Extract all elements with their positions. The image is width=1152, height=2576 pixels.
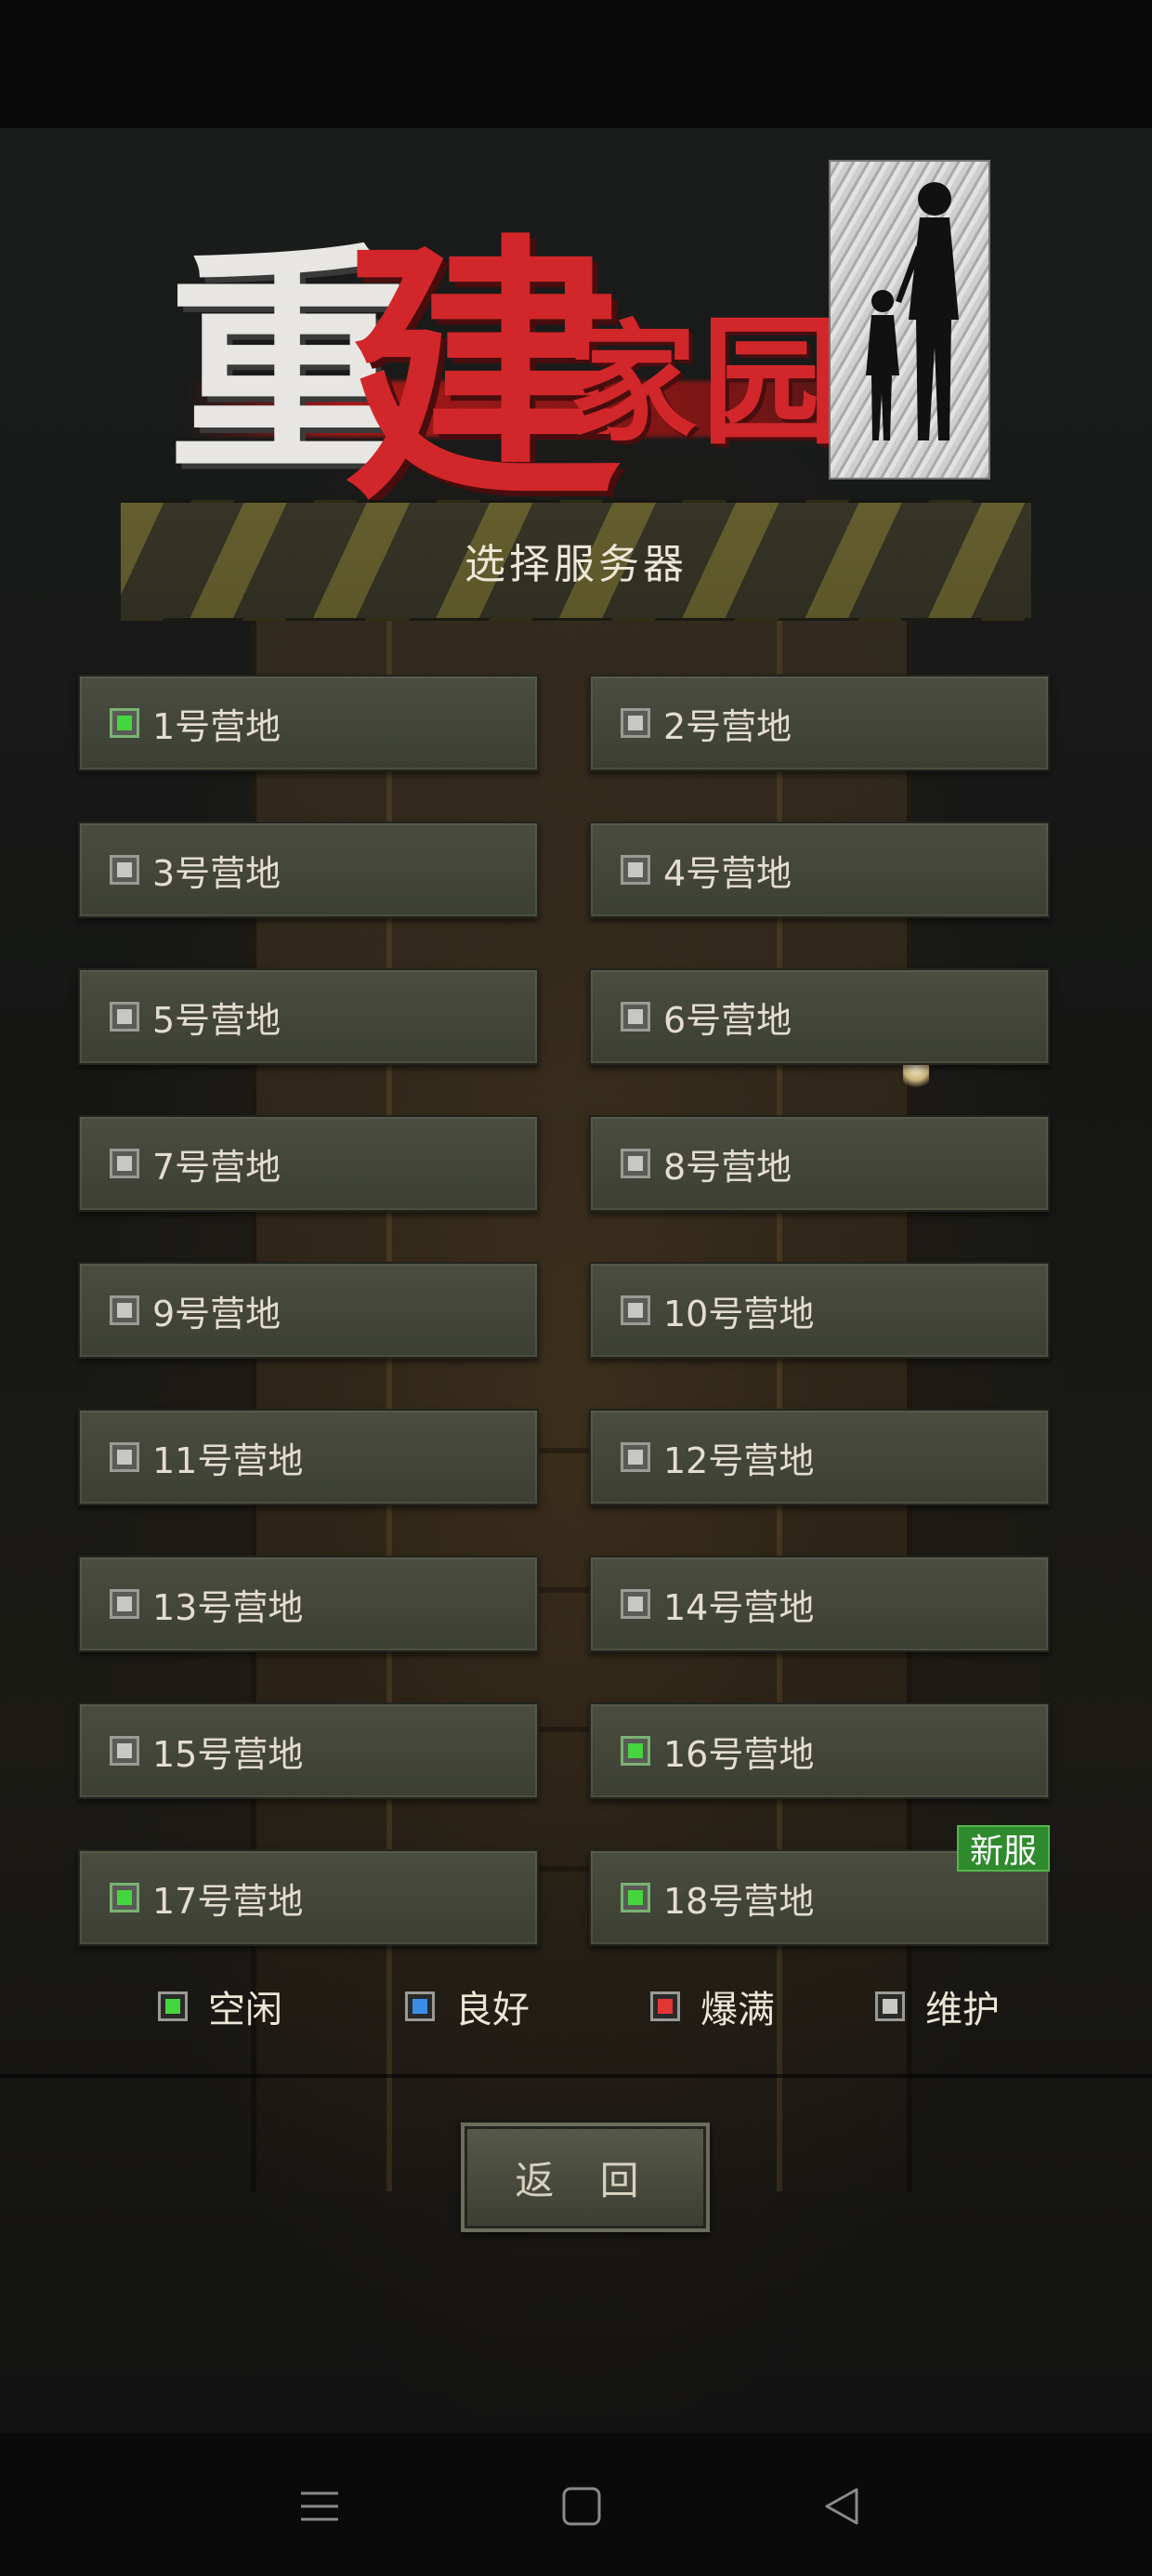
- page-title: 选择服务器: [465, 541, 687, 588]
- server-label: 3号营地: [152, 852, 281, 894]
- server-status-indicator: [621, 1002, 650, 1032]
- legend-swatch-full: [650, 1991, 680, 2021]
- server-status-indicator: [621, 1442, 650, 1472]
- back-button-label: 返 回: [515, 2157, 656, 2203]
- legend-item-good: 良好: [405, 1979, 530, 2033]
- legend-label: 爆满: [700, 1989, 775, 2031]
- server-button[interactable]: 6号营地: [589, 968, 1050, 1065]
- server-label: 14号营地: [663, 1586, 815, 1628]
- logo-silhouette-card: [829, 160, 990, 480]
- back-icon[interactable]: [819, 2484, 864, 2529]
- server-button[interactable]: 9号营地: [78, 1262, 539, 1359]
- server-label: 12号营地: [663, 1439, 815, 1481]
- server-label: 10号营地: [663, 1293, 815, 1334]
- server-status-indicator: [110, 708, 139, 738]
- server-button[interactable]: 16号营地: [589, 1702, 1050, 1799]
- server-status-indicator: [110, 1736, 139, 1766]
- server-status-indicator: [621, 1589, 650, 1619]
- game-logo: 重 建 家 园: [167, 149, 994, 537]
- parent-child-silhouette-icon: [866, 182, 959, 440]
- new-server-badge: 新服: [957, 1825, 1050, 1872]
- server-button[interactable]: 12号营地: [589, 1409, 1050, 1505]
- server-button[interactable]: 10号营地: [589, 1262, 1050, 1359]
- server-button[interactable]: 15号营地: [78, 1702, 539, 1799]
- server-status-indicator: [621, 708, 650, 738]
- server-label: 8号营地: [663, 1146, 792, 1188]
- server-status-indicator: [110, 1442, 139, 1472]
- server-label: 6号营地: [663, 999, 792, 1041]
- divider: [0, 2074, 1152, 2078]
- server-status-indicator: [621, 1295, 650, 1325]
- status-bar: [0, 0, 1152, 128]
- legend-swatch-good: [405, 1991, 435, 2021]
- server-button[interactable]: 1号营地: [78, 675, 539, 771]
- back-button[interactable]: 返 回: [461, 2123, 710, 2232]
- server-label: 5号营地: [152, 999, 281, 1041]
- server-button[interactable]: 7号营地: [78, 1115, 539, 1212]
- server-status-indicator: [621, 1736, 650, 1766]
- server-label: 16号营地: [663, 1733, 815, 1775]
- logo-char-3: 家: [567, 308, 698, 460]
- server-label: 9号营地: [152, 1293, 281, 1334]
- legend-swatch-maintenance: [875, 1991, 905, 2021]
- server-label: 11号营地: [152, 1439, 304, 1481]
- server-status-indicator: [110, 1149, 139, 1178]
- server-label: 7号营地: [152, 1146, 281, 1188]
- server-label: 18号营地: [663, 1880, 815, 1922]
- server-label: 4号营地: [663, 852, 792, 894]
- home-icon[interactable]: [559, 2484, 604, 2529]
- server-button[interactable]: 3号营地: [78, 821, 539, 918]
- server-status-indicator: [110, 1002, 139, 1032]
- server-button[interactable]: 5号营地: [78, 968, 539, 1065]
- legend-label: 空闲: [208, 1989, 282, 2031]
- server-label: 2号营地: [663, 705, 792, 747]
- legend-swatch-idle: [158, 1991, 188, 2021]
- server-status-indicator: [110, 1295, 139, 1325]
- server-status-indicator: [621, 1149, 650, 1178]
- server-button[interactable]: 13号营地: [78, 1556, 539, 1652]
- legend-label: 良好: [455, 1989, 530, 2031]
- logo-char-4: 园: [701, 300, 842, 464]
- server-button[interactable]: 11号营地: [78, 1409, 539, 1505]
- server-status-indicator: [621, 855, 650, 885]
- server-button[interactable]: 17号营地: [78, 1849, 539, 1946]
- server-button[interactable]: 18号营地 新服: [589, 1825, 1050, 1946]
- title-banner: 选择服务器: [121, 500, 1031, 621]
- server-status-indicator: [110, 1883, 139, 1912]
- server-status-indicator: [621, 1883, 650, 1912]
- server-status-indicator: [110, 1589, 139, 1619]
- server-button[interactable]: 14号营地: [589, 1556, 1050, 1652]
- legend-label: 维护: [925, 1989, 1000, 2031]
- server-button[interactable]: 4号营地: [589, 821, 1050, 918]
- server-label: 15号营地: [152, 1733, 304, 1775]
- status-legend: 空闲 良好 爆满 维护: [0, 1979, 1152, 2035]
- menu-icon[interactable]: [297, 2484, 342, 2529]
- server-status-indicator: [110, 855, 139, 885]
- legend-item-full: 爆满: [650, 1979, 775, 2033]
- server-label: 1号营地: [152, 705, 281, 747]
- server-button[interactable]: 2号营地: [589, 675, 1050, 771]
- legend-item-idle: 空闲: [158, 1979, 282, 2033]
- server-label: 17号营地: [152, 1880, 304, 1922]
- system-nav-bar: [0, 2433, 1152, 2576]
- server-button[interactable]: 8号营地: [589, 1115, 1050, 1212]
- legend-item-maintenance: 维护: [875, 1979, 1000, 2033]
- server-label: 13号营地: [152, 1586, 304, 1628]
